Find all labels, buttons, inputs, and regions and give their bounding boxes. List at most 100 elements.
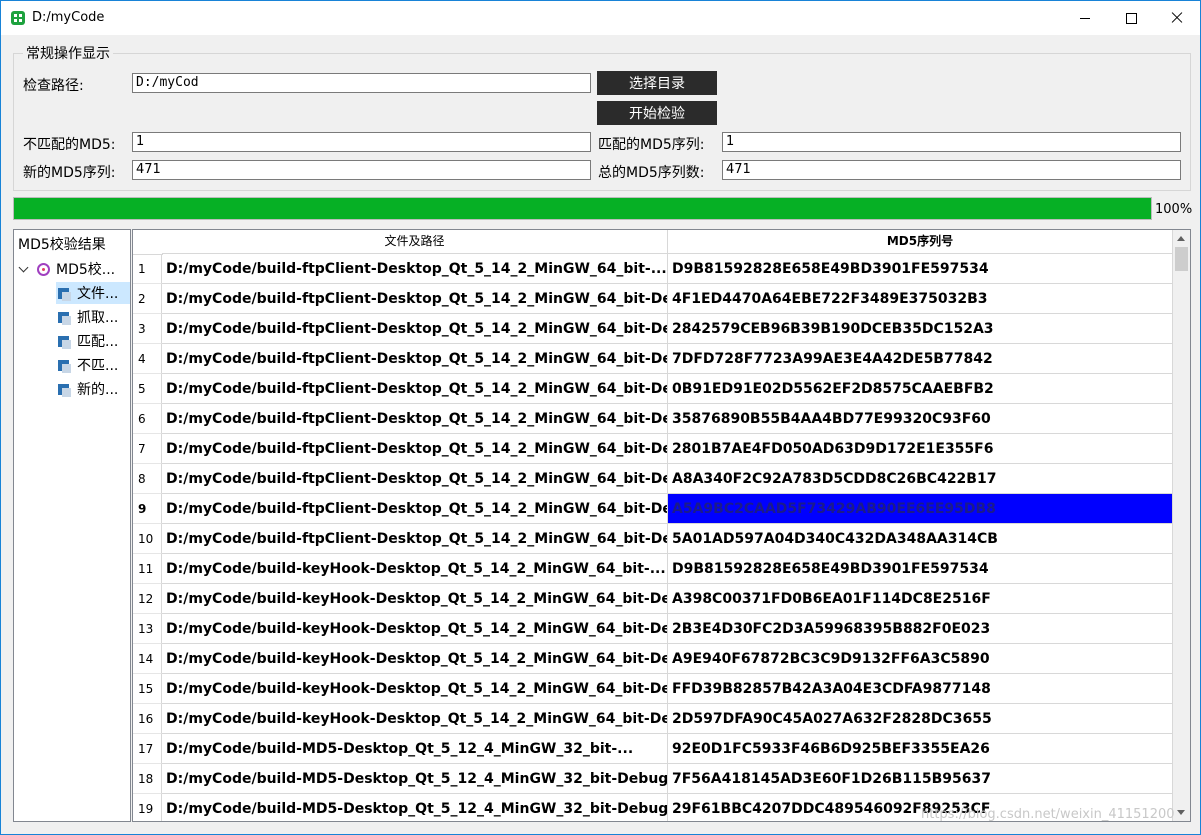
scroll-thumb[interactable]	[1175, 247, 1188, 271]
row-number[interactable]: 17	[133, 734, 162, 764]
path-cell[interactable]: D:/myCode/build-keyHook-Desktop_Qt_5_14_…	[162, 614, 668, 644]
watermark: https://blog.csdn.net/weixin_41151200	[921, 807, 1175, 822]
md5-cell[interactable]: 7F56A418145AD3E60F1D26B115B95637	[668, 764, 1173, 794]
tree-child-label: 抓取...	[77, 310, 119, 326]
md5-cell[interactable]: 92E0D1FC5933F46B6D925BEF3355EA26	[668, 734, 1173, 764]
path-cell[interactable]: D:/myCode/build-keyHook-Desktop_Qt_5_14_…	[162, 674, 668, 704]
md5-cell[interactable]: 0B91ED91E02D5562EF2D8575CAAEBFB2	[668, 374, 1173, 404]
row-number[interactable]: 13	[133, 614, 162, 644]
path-cell[interactable]: D:/myCode/build-ftpClient-Desktop_Qt_5_1…	[162, 374, 668, 404]
md5-table[interactable]: 文件及路径 MD5序列号 1 D:/myCode/build-ftpClient-…	[132, 229, 1191, 822]
path-cell[interactable]: D:/myCode/build-ftpClient-Desktop_Qt_5_1…	[162, 434, 668, 464]
md5-cell[interactable]: 2D597DFA90C45A027A632F2828DC3655	[668, 704, 1173, 734]
path-cell[interactable]: D:/myCode/build-MD5-Desktop_Qt_5_12_4_Mi…	[162, 764, 668, 794]
row-number[interactable]: 16	[133, 704, 162, 734]
path-cell[interactable]: D:/myCode/build-ftpClient-Desktop_Qt_5_1…	[162, 524, 668, 554]
path-cell[interactable]: D:/myCode/build-keyHook-Desktop_Qt_5_14_…	[162, 644, 668, 674]
row-number[interactable]: 14	[133, 644, 162, 674]
row-number[interactable]: 19	[133, 794, 162, 821]
md5-cell[interactable]: A9E940F67872BC3C9D9132FF6A3C5890	[668, 644, 1173, 674]
vertical-scrollbar[interactable]	[1173, 230, 1190, 821]
tree-child-item[interactable]: 新的...	[56, 378, 130, 400]
maximize-button[interactable]	[1108, 1, 1154, 35]
path-label: 检查路径:	[23, 78, 84, 94]
row-number[interactable]: 18	[133, 764, 162, 794]
tree-root-item[interactable]: MD5校...	[18, 258, 115, 280]
tree-child-item[interactable]: 匹配...	[56, 330, 130, 352]
tree-child-item[interactable]: 抓取...	[56, 306, 130, 328]
path-cell[interactable]: D:/myCode/build-ftpClient-Desktop_Qt_5_1…	[162, 464, 668, 494]
column-header-path[interactable]: 文件及路径	[162, 230, 668, 254]
path-cell[interactable]: D:/myCode/build-MD5-Desktop_Qt_5_12_4_Mi…	[162, 794, 668, 821]
tree-child-item[interactable]: 文件...	[56, 282, 130, 304]
close-icon	[1171, 12, 1183, 24]
result-tree[interactable]: MD5校验结果 MD5校... 文件... 抓取... 匹配... 不匹... 新的..…	[13, 229, 131, 822]
tree-root-label: MD5校...	[56, 262, 116, 278]
md5-cell[interactable]: 2801B7AE4FD050AD63D9D172E1E355F6	[668, 434, 1173, 464]
title-bar[interactable]: D:/myCode	[1, 1, 1200, 35]
window-title: D:/myCode	[32, 10, 105, 25]
md5-cell[interactable]: 2B3E4D30FC2D3A59968395B882F0E023	[668, 614, 1173, 644]
total-md5-field[interactable]: 471	[722, 160, 1181, 180]
path-cell[interactable]: D:/myCode/build-ftpClient-Desktop_Qt_5_1…	[162, 404, 668, 434]
tree-child-label: 匹配...	[77, 334, 119, 350]
md5-cell[interactable]: 7DFD728F7723A99AE3E4A42DE5B77842	[668, 344, 1173, 374]
row-number[interactable]: 2	[133, 284, 162, 314]
scroll-down-icon[interactable]	[1177, 810, 1185, 815]
md5-cell[interactable]: A8A340F2C92A783D5CDD8C26BC422B17	[668, 464, 1173, 494]
tree-child-label: 新的...	[77, 382, 119, 398]
new-md5-field[interactable]: 471	[132, 160, 591, 180]
file-node-icon	[58, 335, 71, 349]
new-md5-label: 新的MD5序列:	[23, 165, 116, 181]
path-cell[interactable]: D:/myCode/build-keyHook-Desktop_Qt_5_14_…	[162, 704, 668, 734]
path-cell[interactable]: D:/myCode/build-ftpClient-Desktop_Qt_5_1…	[162, 254, 668, 284]
md5-cell[interactable]: 5A01AD597A04D340C432DA348AA314CB	[668, 524, 1173, 554]
row-number[interactable]: 8	[133, 464, 162, 494]
minimize-button[interactable]	[1062, 1, 1108, 35]
close-button[interactable]	[1154, 1, 1200, 35]
tree-child-label: 不匹...	[77, 358, 119, 374]
row-number[interactable]: 9	[133, 494, 162, 524]
chevron-down-icon[interactable]	[18, 262, 29, 272]
md5-cell[interactable]: A5A9BC2CAAD5F73429AB90EE6EE95DB8	[668, 494, 1173, 524]
md5-cell[interactable]: 2842579CEB96B39B190DCEB35DC152A3	[668, 314, 1173, 344]
md5-cell[interactable]: D9B81592828E658E49BD3901FE597534	[668, 254, 1173, 284]
row-number[interactable]: 4	[133, 344, 162, 374]
path-cell[interactable]: D:/myCode/build-keyHook-Desktop_Qt_5_14_…	[162, 584, 668, 614]
row-number[interactable]: 6	[133, 404, 162, 434]
md5-cell[interactable]: A398C00371FD0B6EA01F114DC8E2516F	[668, 584, 1173, 614]
row-number[interactable]: 10	[133, 524, 162, 554]
root-node-icon	[37, 262, 50, 276]
path-cell[interactable]: D:/myCode/build-keyHook-Desktop_Qt_5_14_…	[162, 554, 668, 584]
total-md5-label: 总的MD5序列数:	[598, 165, 705, 181]
minimize-icon	[1080, 17, 1090, 19]
tree-child-item[interactable]: 不匹...	[56, 354, 130, 376]
scroll-up-icon[interactable]	[1177, 236, 1185, 241]
path-cell[interactable]: D:/myCode/build-ftpClient-Desktop_Qt_5_1…	[162, 314, 668, 344]
table-corner	[133, 230, 163, 255]
path-cell[interactable]: D:/myCode/build-ftpClient-Desktop_Qt_5_1…	[162, 284, 668, 314]
file-node-icon	[58, 383, 71, 397]
main-window: D:/myCode 常规操作显示 检查路径: D:/myCod 选择目录 开始检…	[0, 0, 1201, 835]
row-number[interactable]: 3	[133, 314, 162, 344]
md5-cell[interactable]: 4F1ED4470A64EBE722F3489E375032B3	[668, 284, 1173, 314]
path-cell[interactable]: D:/myCode/build-ftpClient-Desktop_Qt_5_1…	[162, 494, 668, 524]
md5-cell[interactable]: D9B81592828E658E49BD3901FE597534	[668, 554, 1173, 584]
md5-cell[interactable]: 35876890B55B4AA4BD77E99320C93F60	[668, 404, 1173, 434]
matched-md5-field[interactable]: 1	[722, 132, 1181, 152]
md5-cell[interactable]: FFD39B82857B42A3A04E3CDFA9877148	[668, 674, 1173, 704]
choose-directory-button[interactable]: 选择目录	[597, 71, 717, 95]
path-input[interactable]: D:/myCod	[132, 73, 591, 93]
row-number[interactable]: 5	[133, 374, 162, 404]
path-cell[interactable]: D:/myCode/build-MD5-Desktop_Qt_5_12_4_Mi…	[162, 734, 668, 764]
row-number[interactable]: 7	[133, 434, 162, 464]
row-number[interactable]: 15	[133, 674, 162, 704]
row-number[interactable]: 1	[133, 254, 162, 284]
unmatched-md5-field[interactable]: 1	[132, 132, 591, 152]
matched-md5-label: 匹配的MD5序列:	[598, 137, 705, 153]
row-number[interactable]: 11	[133, 554, 162, 584]
start-check-button[interactable]: 开始检验	[597, 101, 717, 125]
path-cell[interactable]: D:/myCode/build-ftpClient-Desktop_Qt_5_1…	[162, 344, 668, 374]
column-header-md5[interactable]: MD5序列号	[668, 230, 1173, 254]
row-number[interactable]: 12	[133, 584, 162, 614]
